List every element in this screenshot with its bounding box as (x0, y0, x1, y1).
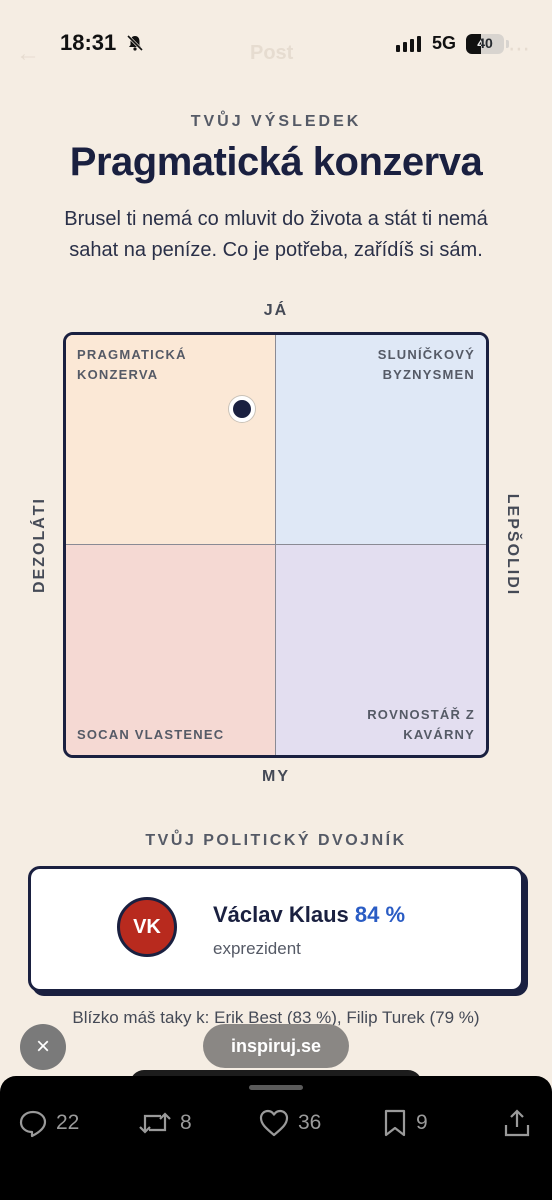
back-arrow-icon[interactable]: ← (16, 40, 40, 68)
result-title: Pragmatická konzerva (69, 140, 483, 184)
twin-name-line: Václav Klaus 84 % (213, 902, 405, 928)
bookmark-button[interactable]: 9 (382, 1108, 428, 1138)
share-button[interactable] (503, 1108, 531, 1138)
battery-cap (506, 40, 509, 48)
battery-level: 40 (477, 35, 493, 51)
quadrant-label-bottom-left: SOCAN VLASTENEC (77, 727, 225, 742)
bookmark-icon (384, 1109, 406, 1137)
result-kicker: TVŮJ VÝSLEDEK (190, 113, 362, 130)
status-bar: ← Post ⋯ 18:31 5G 40 (0, 0, 552, 90)
network-type: 5G (432, 33, 457, 53)
reply-icon (19, 1110, 47, 1138)
quadrant-top-right: SLUNÍČKOVÝ BYZNYSMEN (276, 335, 486, 545)
twin-kicker: TVŮJ POLITICKÝ DVOJNÍK (145, 832, 407, 849)
result-marker (229, 395, 256, 422)
close-icon[interactable]: × (20, 1024, 66, 1070)
twin-role: exprezident (213, 939, 301, 958)
repost-icon (139, 1112, 171, 1134)
avatar: VK (117, 897, 177, 957)
heart-icon (259, 1109, 289, 1137)
repost-count: 8 (180, 1111, 192, 1134)
political-compass: PRAGMATICKÁ KONZERVA SLUNÍČKOVÝ BYZNYSME… (63, 332, 489, 758)
political-twin-card[interactable]: VK Václav Klaus 84 % exprezident (28, 866, 524, 992)
quadrant-bottom-left: SOCAN VLASTENEC (66, 545, 276, 755)
axis-label-left: DEZOLÁTI (31, 497, 48, 593)
sheet-handle[interactable] (249, 1085, 303, 1090)
more-icon[interactable]: ⋯ (508, 36, 530, 62)
twin-name: Václav Klaus (213, 902, 349, 927)
twin-match-percent: 84 % (354, 902, 406, 927)
quadrant-label-top-right: SLUNÍČKOVÝ BYZNYSMEN (377, 347, 475, 382)
silent-bell-icon (126, 34, 144, 52)
reply-button[interactable]: 22 (18, 1108, 79, 1138)
post-header-title: Post (250, 42, 294, 64)
result-description: Brusel ti nemá co mluvit do života a stá… (64, 208, 488, 261)
share-icon (504, 1109, 530, 1137)
quadrant-label-bottom-right: ROVNOSTÁŘ Z KAVÁRNY (367, 707, 475, 742)
action-bar (0, 1076, 552, 1200)
repost-button[interactable]: 8 (138, 1108, 192, 1138)
axis-label-bottom: MY (262, 768, 290, 785)
like-button[interactable]: 36 (258, 1108, 321, 1138)
quadrant-bottom-right: ROVNOSTÁŘ Z KAVÁRNY (276, 545, 486, 755)
quadrant-top-left: PRAGMATICKÁ KONZERVA (66, 335, 276, 545)
reply-count: 22 (56, 1111, 80, 1134)
axis-label-right: LEPŠOLIDI (504, 493, 521, 597)
clock: 18:31 (60, 30, 117, 55)
url-pill[interactable]: inspiruj.se (203, 1024, 349, 1068)
like-count: 36 (298, 1111, 322, 1134)
battery-icon: 40 (466, 34, 504, 54)
quadrant-label-top-left: PRAGMATICKÁ KONZERVA (77, 347, 187, 382)
axis-label-top: JÁ (263, 302, 289, 319)
bookmark-count: 9 (416, 1111, 428, 1134)
cellular-signal-icon (396, 36, 421, 52)
